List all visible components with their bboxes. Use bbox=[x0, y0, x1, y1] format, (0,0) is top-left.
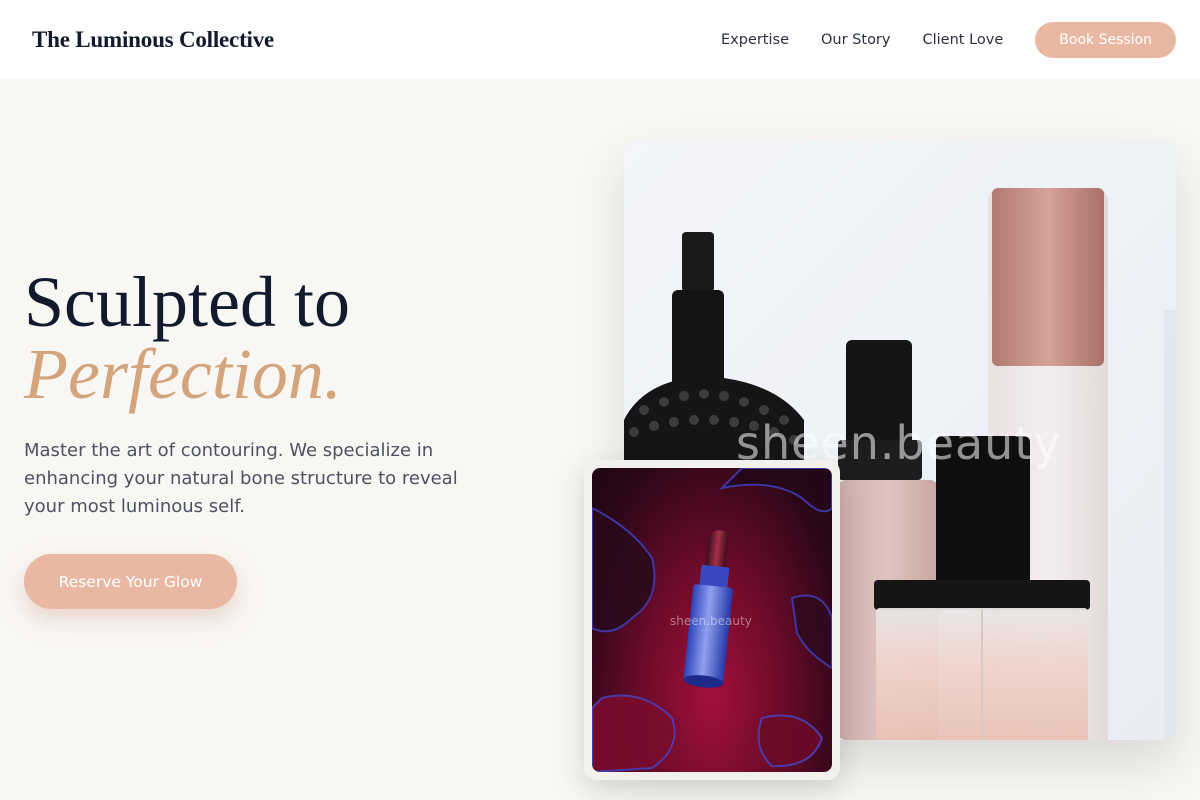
book-session-button[interactable]: Book Session bbox=[1035, 21, 1176, 58]
main-nav: Expertise Our Story Client Love Book Ses… bbox=[721, 21, 1176, 58]
reserve-glow-button[interactable]: Reserve Your Glow bbox=[24, 554, 237, 609]
hero-title: Sculpted to Perfection. bbox=[24, 266, 350, 410]
nav-link-client-love[interactable]: Client Love bbox=[922, 32, 1003, 48]
nav-link-expertise[interactable]: Expertise bbox=[721, 32, 789, 48]
hero-description: Master the art of contouring. We special… bbox=[24, 440, 458, 517]
brand-logo[interactable]: The Luminous Collective bbox=[32, 27, 274, 53]
hero-title-line1: Sculpted to bbox=[24, 262, 350, 342]
lipstick-image-card: sheen.beauty bbox=[584, 460, 840, 780]
hero-title-line2: Perfection. bbox=[24, 334, 342, 414]
nav-link-our-story[interactable]: Our Story bbox=[821, 32, 890, 48]
small-image-watermark: sheen.beauty bbox=[670, 614, 752, 628]
site-header: The Luminous Collective Expertise Our St… bbox=[0, 0, 1200, 79]
lipstick-image: sheen.beauty bbox=[592, 468, 832, 772]
